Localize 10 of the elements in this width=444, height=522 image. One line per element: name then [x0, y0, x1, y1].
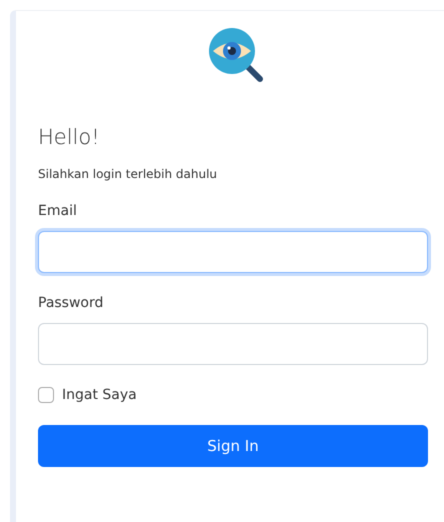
field-label: Email: [38, 203, 78, 219]
eye-magnifier-icon: [208, 27, 266, 85]
field-label: Password: [38, 295, 104, 311]
subtitle-text: Silahkan login terlebih dahulu: [38, 167, 218, 181]
greeting-heading: Hello!: [38, 125, 101, 149]
sign-in-button[interactable]: Sign In: [38, 425, 428, 467]
input-field[interactable]: [38, 323, 428, 365]
remember-checkbox[interactable]: [38, 387, 54, 403]
remember-label: Ingat Saya: [62, 387, 137, 403]
input-field[interactable]: [38, 231, 428, 273]
